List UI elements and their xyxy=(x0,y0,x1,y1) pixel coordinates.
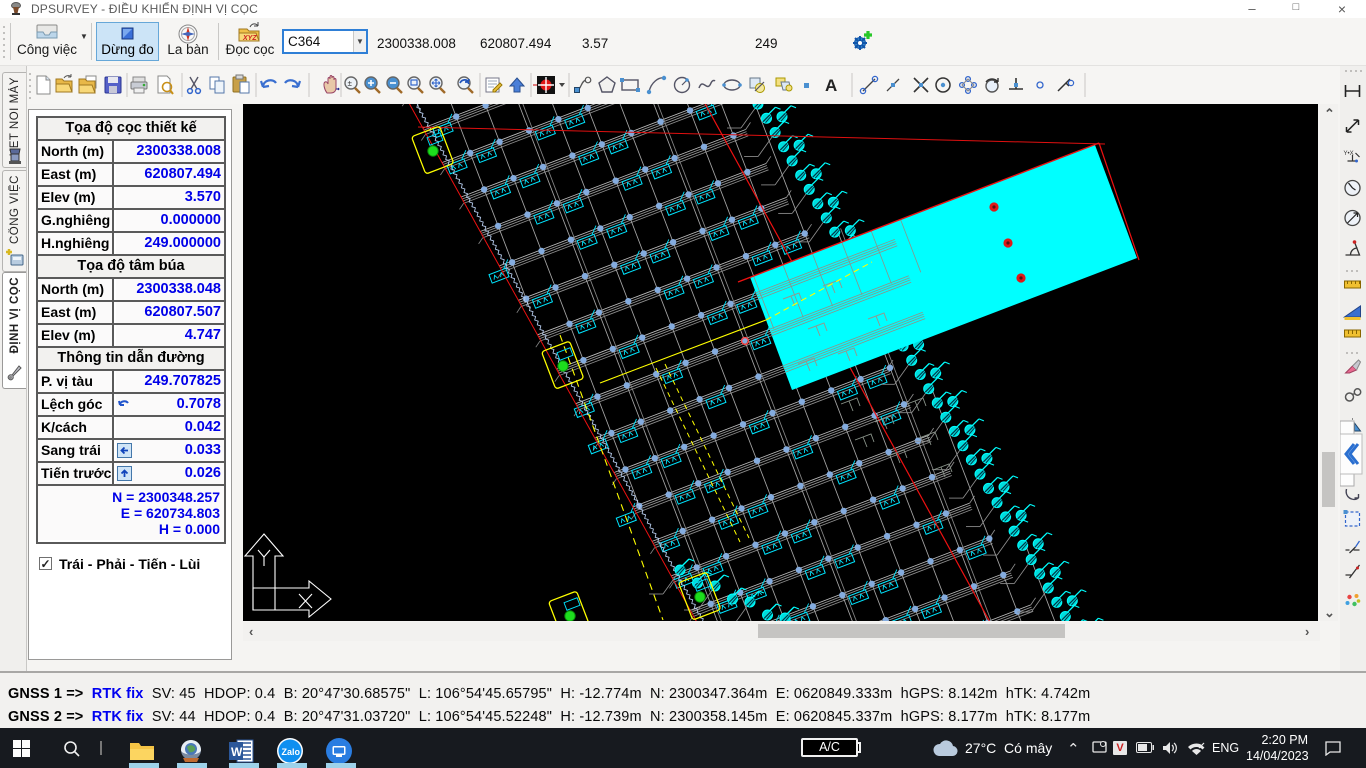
svg-text:XYZ: XYZ xyxy=(242,35,257,42)
svg-text:W: W xyxy=(231,745,243,759)
svg-text:A: A xyxy=(825,76,837,95)
svg-text:Zalo: Zalo xyxy=(282,747,301,757)
svg-text:±: ± xyxy=(348,79,353,88)
